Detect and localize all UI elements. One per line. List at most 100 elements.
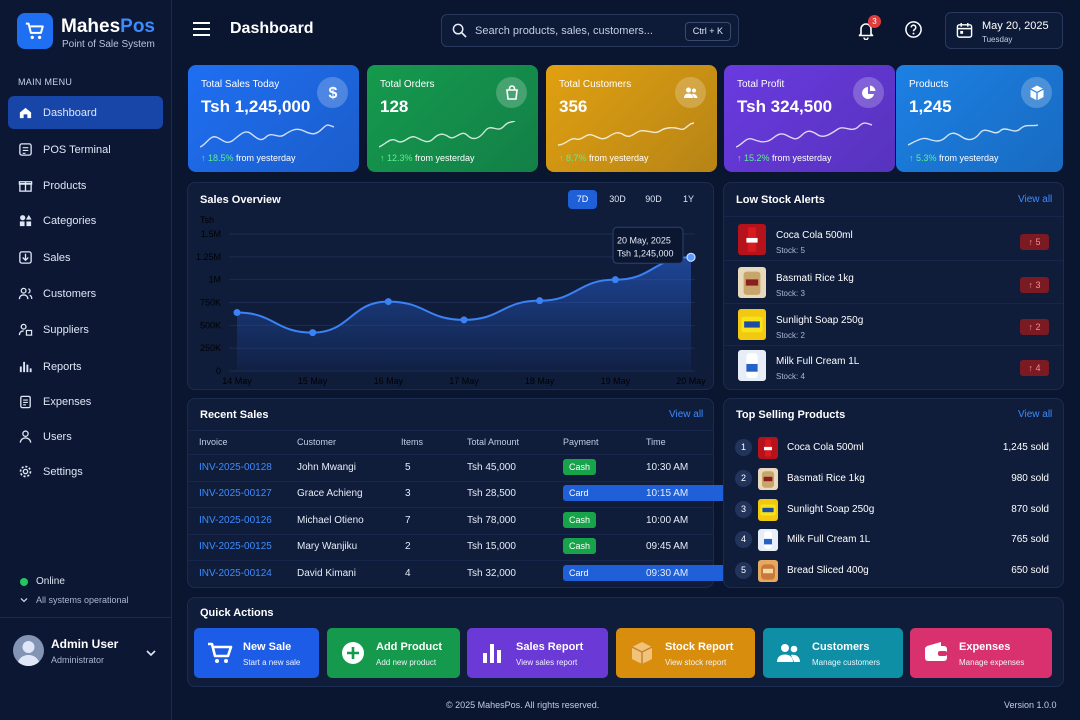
stat-card-total-orders[interactable]: Total Orders 128 ↑ 12.3% from yesterday <box>367 65 538 172</box>
low-stock-badge: ↑ 4 <box>1020 360 1049 376</box>
quick-action-customers-button[interactable]: Customers Manage customers <box>763 628 903 678</box>
stat-card-total-customers[interactable]: Total Customers 356 ↑ 8.7% from yesterda… <box>546 65 717 172</box>
recent-sales-view-all-link[interactable]: View all <box>669 409 703 420</box>
search-input[interactable]: Search products, sales, customers... Ctr… <box>441 14 739 47</box>
x-tick-label: 20 May <box>676 376 706 386</box>
rank-badge: 2 <box>735 470 752 487</box>
data-point[interactable] <box>309 329 317 337</box>
quick-action-stock-report-button[interactable]: Stock Report View stock report <box>616 628 755 678</box>
stat-label: Total Profit <box>737 79 785 90</box>
y-tick-label: 1M <box>208 275 221 285</box>
sidebar-item-users[interactable]: Users <box>8 420 163 453</box>
divider <box>724 345 1063 346</box>
stat-card-total-sales-today[interactable]: Total Sales Today Tsh 1,245,000 $ ↑ 18.5… <box>188 65 359 172</box>
top-selling-title: Top Selling Products <box>736 409 846 421</box>
sidebar-item-sales[interactable]: Sales <box>8 241 163 274</box>
sidebar-item-products[interactable]: Products <box>8 169 163 202</box>
sidebar-item-label: Suppliers <box>43 323 89 336</box>
data-point[interactable] <box>686 252 696 262</box>
low-stock-view-all-link[interactable]: View all <box>1018 194 1052 205</box>
user-name: Admin User <box>51 637 119 651</box>
column-header: Time <box>646 437 666 447</box>
top-product-name[interactable]: Basmati Rice 1kg <box>787 473 865 484</box>
quick-action-new-sale-button[interactable]: New Sale Start a new sale <box>194 628 319 678</box>
top-product-name[interactable]: Milk Full Cream 1L <box>787 534 870 545</box>
search-shortcut: Ctrl + K <box>684 22 731 41</box>
invoice-link[interactable]: INV-2025-00126 <box>199 515 272 526</box>
top-selling-view-all-link[interactable]: View all <box>1018 409 1052 420</box>
sidebar-item-dashboard[interactable]: Dashboard <box>8 96 163 129</box>
top-product-name[interactable]: Coca Cola 500ml <box>787 442 864 453</box>
low-stock-product-name[interactable]: Milk Full Cream 1L <box>776 356 859 367</box>
users-icon <box>777 644 800 662</box>
low-stock-product-name[interactable]: Basmati Rice 1kg <box>776 273 854 284</box>
top-product-name[interactable]: Sunlight Soap 250g <box>787 504 874 515</box>
low-stock-quantity: Stock: 4 <box>776 372 805 381</box>
range-tab-30d[interactable]: 30D <box>603 190 632 209</box>
sparkline <box>200 124 335 148</box>
invoice-link[interactable]: INV-2025-00127 <box>199 488 272 499</box>
quick-action-sales-report-button[interactable]: Sales Report View sales report <box>467 628 608 678</box>
shopping-bag-icon <box>496 77 527 108</box>
sidebar-item-categories[interactable]: Categories <box>8 204 163 237</box>
stat-label: Total Sales Today <box>201 79 280 90</box>
payment-badge: Cash <box>563 459 597 475</box>
sales-overview-title: Sales Overview <box>200 194 281 206</box>
avatar[interactable] <box>13 635 44 666</box>
data-point[interactable] <box>460 316 468 324</box>
time-cell: 09:45 AM <box>646 541 689 552</box>
low-stock-product-name[interactable]: Sunlight Soap 250g <box>776 315 863 326</box>
sidebar-item-pos-terminal[interactable]: POS Terminal <box>8 133 163 166</box>
range-tab-90d[interactable]: 90D <box>638 190 669 209</box>
users-icon <box>675 77 706 108</box>
notification-count-badge: 3 <box>868 15 881 28</box>
brand-name-part: Mahes <box>61 16 121 37</box>
sidebar-item-label: POS Terminal <box>43 143 111 156</box>
column-header: Invoice <box>199 437 228 447</box>
x-tick-label: 18 May <box>525 376 555 386</box>
top-product-name[interactable]: Bread Sliced 400g <box>787 565 869 576</box>
column-header: Total Amount <box>467 437 520 447</box>
stat-value: 356 <box>559 97 588 116</box>
user-menu-chevron-icon[interactable] <box>145 648 157 658</box>
wallet-icon <box>925 642 947 661</box>
sidebar-item-label: Customers <box>43 287 97 300</box>
invoice-link[interactable]: INV-2025-00125 <box>199 541 272 552</box>
recent-sales-title: Recent Sales <box>200 409 269 421</box>
range-tab-1y[interactable]: 1Y <box>675 190 702 209</box>
chevron-down-icon[interactable] <box>20 596 28 604</box>
sidebar-item-suppliers[interactable]: Suppliers <box>8 313 163 346</box>
stat-value: 1,245 <box>909 97 952 116</box>
customer-cell: David Kimani <box>297 568 356 579</box>
sidebar-item-customers[interactable]: Customers <box>8 277 163 310</box>
stat-card-total-profit[interactable]: Total Profit Tsh 324,500 ↑ 15.2% from ye… <box>724 65 895 172</box>
invoice-link[interactable]: INV-2025-00128 <box>199 462 272 473</box>
y-tick-label: 0 <box>216 366 221 376</box>
sidebar-item-settings[interactable]: Settings <box>8 455 163 488</box>
stat-change: ↑ 8.7% from yesterday <box>559 153 649 163</box>
invoice-link[interactable]: INV-2025-00124 <box>199 568 272 579</box>
items-cell: 5 <box>405 462 411 473</box>
y-tick-label: 250K <box>200 343 221 353</box>
hamburger-menu-icon[interactable] <box>193 22 210 36</box>
product-thumbnail <box>738 266 766 298</box>
data-point[interactable] <box>233 309 241 317</box>
sidebar-item-expenses[interactable]: Expenses <box>8 385 163 418</box>
data-point[interactable] <box>384 298 392 306</box>
data-point[interactable] <box>536 297 544 305</box>
stat-change-value: ↑ 8.7% <box>559 153 587 163</box>
sparkline <box>736 122 873 148</box>
low-stock-product-name[interactable]: Coca Cola 500ml <box>776 230 853 241</box>
data-point[interactable] <box>611 276 619 284</box>
download-icon <box>19 251 32 264</box>
quick-action-expenses-button[interactable]: Expenses Manage expenses <box>910 628 1052 678</box>
sidebar-item-label: Users <box>43 430 72 443</box>
supplier-icon <box>18 323 33 336</box>
stat-card-products[interactable]: Products 1,245 ↑ 5.3% from yesterday <box>896 65 1063 172</box>
range-tab-7d[interactable]: 7D <box>568 190 597 209</box>
quick-action-add-product-button[interactable]: Add Product Add new product <box>327 628 460 678</box>
divider <box>188 507 714 508</box>
sidebar-item-reports[interactable]: Reports <box>8 350 163 383</box>
help-icon[interactable] <box>904 20 923 39</box>
units-sold: 980 sold <box>1011 473 1049 484</box>
